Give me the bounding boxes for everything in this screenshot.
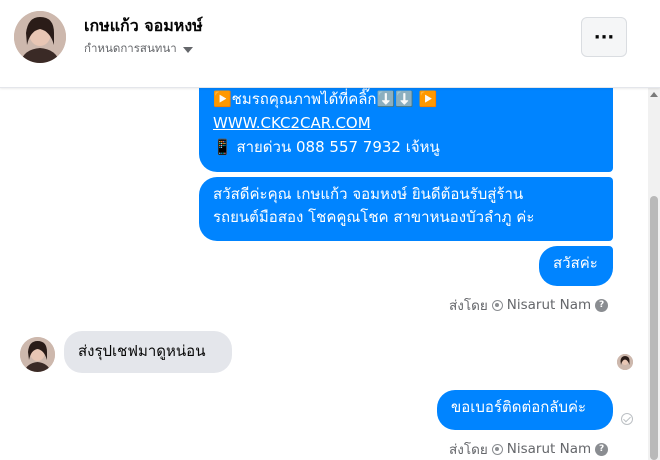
promo-line: ▶️ชมรถคุณภาพได้ที่คลิ๊ก⬇️⬇️ ▶️: [213, 90, 438, 108]
message-welcome[interactable]: สวัสดีค่ะคุณ เกษแก้ว จอมหงษ์ ยินดีต้อนรั…: [199, 177, 613, 241]
more-horizontal-icon: ···: [593, 26, 615, 48]
check-circle-icon: [621, 413, 633, 425]
sent-by-prefix: ส่งโดย: [449, 442, 488, 458]
scroll-thumb[interactable]: [650, 196, 658, 460]
welcome-line-1: สวัสดีค่ะคุณ เกษแก้ว จอมหงษ์ ยินดีต้อนรั…: [213, 185, 524, 203]
agent-status-icon: [491, 443, 503, 455]
help-icon[interactable]: ?: [595, 442, 609, 456]
conversation-settings[interactable]: กำหนดการสนทนา: [84, 40, 193, 58]
contact-name[interactable]: เกษแก้ว จอมหงษ์: [84, 14, 203, 39]
help-icon[interactable]: ?: [595, 298, 609, 312]
website-link[interactable]: WWW.CKC2CAR.COM: [213, 112, 599, 136]
sent-by-name[interactable]: Nisarut Nam: [507, 297, 591, 313]
sent-by-label: ส่งโดย Nisarut Nam ?: [449, 294, 609, 316]
incoming-text: ส่งรุปเชฟมาดูหน่อน: [78, 342, 206, 360]
message-thread[interactable]: ▶️ชมรถคุณภาพได้ที่คลิ๊ก⬇️⬇️ ▶️ WWW.CKC2C…: [0, 88, 648, 460]
thread-scrollbar[interactable]: [648, 88, 660, 460]
welcome-line-2: รถยนต์มือสอง โชคคูณโชค สาขาหนองบัวลำภู ค…: [213, 208, 535, 226]
message-incoming[interactable]: ส่งรุปเชฟมาดูหน่อน: [64, 331, 232, 373]
message-request-number[interactable]: ขอเบอร์ติดต่อกลับค่ะ: [437, 390, 613, 430]
agent-status-icon: [491, 299, 503, 311]
hotline-text: 📱 สายด่วน 088 557 7932 เจ้หนู: [213, 138, 440, 156]
message-greeting[interactable]: สวัสค่ะ: [539, 246, 613, 286]
message-car-promo[interactable]: ▶️ชมรถคุณภาพได้ที่คลิ๊ก⬇️⬇️ ▶️ WWW.CKC2C…: [199, 88, 613, 172]
greeting-text: สวัสค่ะ: [553, 254, 598, 272]
contact-avatar[interactable]: [14, 11, 66, 63]
conversation-settings-label: กำหนดการสนทนา: [84, 41, 177, 55]
chevron-down-icon: [182, 47, 193, 53]
sent-by-name[interactable]: Nisarut Nam: [507, 441, 591, 457]
more-options-button[interactable]: ···: [581, 17, 627, 57]
seen-avatar-icon: [617, 354, 633, 370]
scroll-up-arrow-icon[interactable]: [650, 92, 658, 97]
contact-avatar-small[interactable]: [20, 337, 55, 372]
request-number-text: ขอเบอร์ติดต่อกลับค่ะ: [451, 398, 587, 416]
sent-by-label: ส่งโดย Nisarut Nam ?: [449, 438, 609, 460]
conversation-header: เกษแก้ว จอมหงษ์ กำหนดการสนทนา ···: [0, 0, 660, 88]
sent-by-prefix: ส่งโดย: [449, 298, 488, 314]
